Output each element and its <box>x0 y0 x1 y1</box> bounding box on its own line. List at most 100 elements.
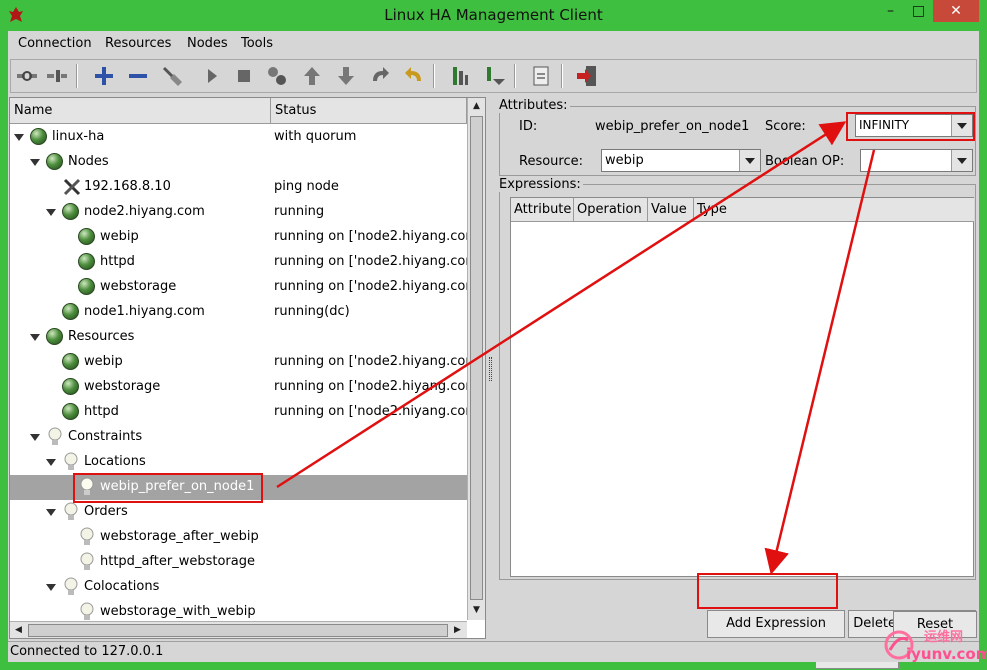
disconnect-icon[interactable] <box>44 63 70 89</box>
cleanup-icon[interactable] <box>159 63 185 89</box>
tree-row-resource[interactable]: webip running on ['node2.hiyang.com'] <box>10 225 467 250</box>
move-down-icon[interactable] <box>333 63 359 89</box>
expand-arrow-icon[interactable] <box>46 459 56 466</box>
migrate-icon[interactable] <box>264 63 290 89</box>
dropdown-arrow-icon[interactable] <box>739 150 760 171</box>
tree-row-label: Orders <box>84 504 128 519</box>
tree-row-label: webstorage <box>84 379 161 394</box>
expand-arrow-icon[interactable] <box>14 134 24 141</box>
scroll-down-icon[interactable]: ▼ <box>468 602 485 619</box>
tree-vertical-scrollbar[interactable]: ▲ ▼ <box>467 98 485 620</box>
view-xml-icon[interactable] <box>528 63 554 89</box>
connect-icon[interactable] <box>14 63 40 89</box>
tree-row-constraints[interactable]: Constraints <box>10 425 467 450</box>
boolean-op-label: Boolean OP: <box>765 154 845 169</box>
dropdown-arrow-icon[interactable] <box>951 150 972 171</box>
tree-row-label: httpd <box>100 254 135 269</box>
tree-row-cluster[interactable]: linux-ha with quorum <box>10 125 467 150</box>
tree-row-label: Nodes <box>68 154 109 169</box>
client-area: Connection Resources Nodes Tools Name St… <box>8 31 979 669</box>
score-combobox[interactable]: INFINITY <box>855 114 973 137</box>
tree-row-node2[interactable]: node2.hiyang.com running <box>10 200 467 225</box>
expressions-group-label: Expressions: <box>497 177 583 192</box>
tree-row-resource[interactable]: webip running on ['node2.hiyang.com'] <box>10 350 467 375</box>
tree-row-status: running on ['node2.hiyang.com'] <box>274 229 467 244</box>
tree-row-node1[interactable]: node1.hiyang.com running(dc) <box>10 300 467 325</box>
scrollbar-thumb[interactable] <box>470 116 483 600</box>
column-header-operation[interactable]: Operation <box>574 198 648 222</box>
exit-icon[interactable] <box>574 63 600 89</box>
tree-row-colocations[interactable]: Colocations <box>10 575 467 600</box>
expand-arrow-icon[interactable] <box>46 584 56 591</box>
boolean-op-combobox[interactable] <box>860 149 973 172</box>
tree-row-locations[interactable]: Locations <box>10 450 467 475</box>
scrollbar-thumb[interactable] <box>28 624 448 637</box>
tree-row-label: webstorage_after_webip <box>100 529 259 544</box>
score-value: INFINITY <box>859 118 910 132</box>
tree-row-order-constraint[interactable]: webstorage_after_webip <box>10 525 467 550</box>
tree-row-orders[interactable]: Orders <box>10 500 467 525</box>
lightbulb-icon <box>64 502 78 520</box>
connection-status: Connected to 127.0.0.1 <box>10 644 164 659</box>
tree-row-location-constraint[interactable]: webip_prefer_on_node1 <box>10 475 467 500</box>
add-expression-button[interactable]: Add Expression <box>707 610 845 638</box>
menu-resources[interactable]: Resources <box>105 36 171 51</box>
tree-row-resource[interactable]: webstorage running on ['node2.hiyang.com… <box>10 275 467 300</box>
tree-row-resource[interactable]: httpd running on ['node2.hiyang.com'] <box>10 250 467 275</box>
tree-row-nodes[interactable]: Nodes <box>10 150 467 175</box>
expressions-table[interactable]: Attribute Operation Value Type <box>510 197 974 577</box>
tree-row-label: webip_prefer_on_node1 <box>100 479 255 494</box>
lightbulb-icon <box>64 452 78 470</box>
resource-status-icon <box>78 253 95 270</box>
menu-connection[interactable]: Connection <box>18 36 92 51</box>
column-header-name[interactable]: Name <box>10 98 271 124</box>
toolbar-separator <box>433 64 435 88</box>
tree-row-order-constraint[interactable]: httpd_after_webstorage <box>10 550 467 575</box>
start-icon[interactable] <box>199 63 225 89</box>
tree-row-label: Constraints <box>68 429 143 444</box>
panel-splitter[interactable] <box>487 97 495 639</box>
title-bar: Linux HA Management Client – □ ✕ <box>0 0 987 31</box>
scroll-left-icon[interactable]: ◀ <box>10 622 27 638</box>
toolbar-separator <box>561 64 563 88</box>
expand-arrow-icon[interactable] <box>46 209 56 216</box>
minimize-button[interactable]: – <box>877 0 904 22</box>
menu-nodes[interactable]: Nodes <box>187 36 228 51</box>
column-header-value[interactable]: Value <box>648 198 694 222</box>
column-header-attribute[interactable]: Attribute <box>511 198 574 222</box>
tree-row-resource[interactable]: httpd running on ['node2.hiyang.com'] <box>10 400 467 425</box>
redo-icon[interactable] <box>367 63 393 89</box>
stop-icon[interactable] <box>231 63 257 89</box>
standby-icon[interactable] <box>447 63 473 89</box>
splitter-grip-icon[interactable] <box>489 357 492 381</box>
constraint-detail-panel: Attributes: ID: webip_prefer_on_node1 Sc… <box>495 97 977 669</box>
tree-row-label: httpd <box>84 404 119 419</box>
expand-arrow-icon[interactable] <box>46 509 56 516</box>
add-icon[interactable] <box>91 63 117 89</box>
expand-arrow-icon[interactable] <box>30 434 40 441</box>
maximize-button[interactable]: □ <box>905 0 932 22</box>
column-header-status[interactable]: Status <box>271 98 467 124</box>
expand-arrow-icon[interactable] <box>30 334 40 341</box>
close-button[interactable]: ✕ <box>933 0 979 22</box>
expand-arrow-icon[interactable] <box>30 159 40 166</box>
watermark-text-cn: 运维网 <box>924 630 964 645</box>
move-up-icon[interactable] <box>299 63 325 89</box>
tree-row-resources[interactable]: Resources <box>10 325 467 350</box>
resource-status-icon <box>62 353 79 370</box>
remove-icon[interactable] <box>125 63 151 89</box>
resource-tree-panel: Name Status linux-ha with quorum Nodes 1… <box>9 97 486 639</box>
scroll-up-icon[interactable]: ▲ <box>468 98 485 115</box>
tree-row-ping-node[interactable]: 192.168.8.10 ping node <box>10 175 467 200</box>
dropdown-arrow-icon[interactable] <box>951 115 972 136</box>
tree-row-status: running <box>274 204 325 219</box>
tree-horizontal-scrollbar[interactable]: ◀ ▶ <box>10 621 467 638</box>
resource-combobox[interactable]: webip <box>601 149 761 172</box>
column-header-type[interactable]: Type <box>694 198 974 222</box>
active-icon[interactable] <box>481 63 507 89</box>
undo-icon[interactable] <box>401 63 427 89</box>
tree-row-resource[interactable]: webstorage running on ['node2.hiyang.com… <box>10 375 467 400</box>
scroll-right-icon[interactable]: ▶ <box>449 622 466 638</box>
tree-row-label: linux-ha <box>52 129 105 144</box>
menu-tools[interactable]: Tools <box>241 36 273 51</box>
